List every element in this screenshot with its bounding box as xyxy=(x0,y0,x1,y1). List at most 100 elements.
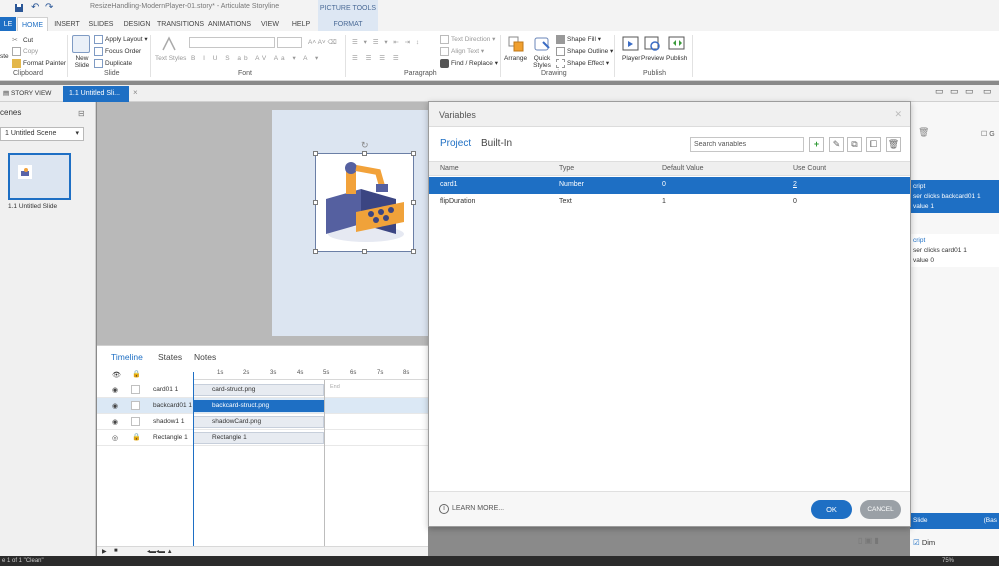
column-header-default-value[interactable]: Default Value xyxy=(662,165,704,172)
tab-format[interactable]: FORMAT xyxy=(318,17,378,32)
new-slide-icon[interactable] xyxy=(72,35,90,53)
minimize-icon[interactable]: ▭ xyxy=(935,86,944,97)
new-layer-icon[interactable]: ▯ ▣ ▮ xyxy=(858,536,879,545)
lock-icon[interactable]: 🔒 xyxy=(132,370,141,378)
eye-icon[interactable]: ◎ xyxy=(112,434,118,442)
new-slide-button[interactable]: New Slide xyxy=(72,55,92,69)
timeline-bar[interactable]: card-struct.png xyxy=(193,384,324,396)
tab-project[interactable]: Project xyxy=(440,138,471,149)
collapse-pane-icon[interactable]: ⊟ xyxy=(78,109,85,118)
tab-states[interactable]: States xyxy=(158,352,182,362)
add-variable-button[interactable]: + xyxy=(809,137,824,152)
arrange-icon[interactable] xyxy=(507,35,525,53)
resize-handle[interactable] xyxy=(362,151,367,156)
column-header-type[interactable]: Type xyxy=(559,165,574,172)
shape-effect-button[interactable]: Shape Effect ▾ xyxy=(556,59,609,68)
text-styles-button[interactable]: Text Styles xyxy=(155,55,186,62)
column-header-use-count[interactable]: Use Count xyxy=(793,165,826,172)
selected-image[interactable]: ↻ xyxy=(313,140,416,254)
edit-variable-button[interactable]: ✎ xyxy=(829,137,844,152)
font-size-controls-icon[interactable]: A˄ A˅ ⌫ xyxy=(308,38,337,46)
cancel-button[interactable]: CANCEL xyxy=(860,500,901,519)
paste-button[interactable]: ste xyxy=(0,53,9,60)
cut-button[interactable]: ✂ Cut xyxy=(12,36,33,45)
resize-handle[interactable] xyxy=(411,200,416,205)
slide-tab[interactable]: 1.1 Untitled Sli... xyxy=(63,86,129,102)
font-size-select[interactable] xyxy=(277,37,302,48)
timeline-end-marker[interactable] xyxy=(324,380,325,552)
restore-icon[interactable]: ▭ xyxy=(950,86,959,97)
story-view-tab[interactable]: ▤ STORY VIEW xyxy=(0,87,60,100)
eye-icon[interactable]: 👁 xyxy=(112,371,121,379)
timeline-ruler[interactable]: 1s 2s 3s 4s 5s 6s 7s 8s xyxy=(193,368,428,380)
slide-canvas[interactable]: ↻ xyxy=(272,110,432,336)
dim-checkbox[interactable]: ☑ Dim xyxy=(913,538,935,547)
tab-timeline[interactable]: Timeline xyxy=(111,352,143,362)
close-icon[interactable]: ✕ xyxy=(894,109,902,120)
lock-checkbox[interactable] xyxy=(131,385,140,394)
redo-icon[interactable]: ↷ xyxy=(45,3,55,13)
learn-more-link[interactable]: i LEARN MORE... xyxy=(439,504,504,514)
text-styles-icon[interactable] xyxy=(160,35,178,53)
tab-animations[interactable]: ANIMATIONS xyxy=(207,17,252,32)
copy-variable-button[interactable]: ⧉ xyxy=(847,137,862,152)
resize-handle[interactable] xyxy=(362,249,367,254)
scene-select[interactable]: 1 Untitled Scene ▾ xyxy=(0,127,84,141)
eye-icon[interactable]: ◉ xyxy=(112,418,118,426)
zoom-level[interactable]: 75% xyxy=(942,556,954,566)
arrange-button[interactable]: Arrange xyxy=(504,55,527,62)
list-buttons[interactable]: ☰ ▾ ☰ ▾ ⇤ ⇥ ↕ xyxy=(352,38,421,46)
slide-layer-item[interactable]: Slide (Bas xyxy=(910,513,999,529)
show-checkbox[interactable]: ☐ G xyxy=(981,130,995,138)
timeline-bar[interactable]: backcard-struct.png xyxy=(193,400,324,412)
lock-checkbox[interactable] xyxy=(131,417,140,426)
tab-insert[interactable]: INSERT xyxy=(52,17,82,32)
tab-transitions[interactable]: TRANSITIONS xyxy=(157,17,204,32)
tab-slides[interactable]: SLIDES xyxy=(86,17,116,32)
paste-variable-button[interactable]: ⧠ xyxy=(866,137,881,152)
player-button[interactable]: Player xyxy=(622,55,640,62)
variable-row[interactable]: card1 Number 0 2 xyxy=(429,177,910,194)
quick-styles-button[interactable]: Quick Styles xyxy=(531,55,553,69)
timeline-row[interactable]: ◉ card01 1 card-struct.png xyxy=(97,382,428,398)
tab-notes[interactable]: Notes xyxy=(194,352,216,362)
save-icon[interactable] xyxy=(14,3,24,13)
align-buttons[interactable]: ☰ ☰ ☰ ☰ xyxy=(352,54,402,62)
shape-fill-button[interactable]: Shape Fill ▾ xyxy=(556,35,601,44)
timeline-row[interactable]: ◉ shadow1 1 shadowCard.png xyxy=(97,414,428,430)
copy-button[interactable]: Copy xyxy=(12,47,38,56)
play-icon[interactable]: ▶ xyxy=(102,548,107,555)
lock-icon[interactable]: 🔒 xyxy=(132,433,141,441)
timeline-row[interactable]: ◉ backcard01 1 backcard-struct.png xyxy=(97,398,428,414)
tab-file[interactable]: LE xyxy=(0,17,16,32)
apply-layout-button[interactable]: Apply Layout ▾ xyxy=(94,35,148,44)
resize-handle[interactable] xyxy=(313,200,318,205)
trigger-item[interactable]: cript ser clicks card01 1 value 0 xyxy=(910,234,999,267)
resize-handle[interactable] xyxy=(411,151,416,156)
resize-handle[interactable] xyxy=(411,249,416,254)
delete-trigger-icon[interactable]: 🗑 xyxy=(918,127,929,138)
tab-help[interactable]: HELP xyxy=(287,17,315,32)
tab-view[interactable]: VIEW xyxy=(257,17,283,32)
zoom-slider-icon[interactable]: ◂▬◂▬ ▲ xyxy=(147,548,173,555)
shape-outline-button[interactable]: Shape Outline ▾ xyxy=(556,47,613,56)
variable-use-count-link[interactable]: 2 xyxy=(793,181,797,188)
playhead[interactable] xyxy=(193,372,194,550)
undo-icon[interactable]: ↶ xyxy=(31,3,41,13)
tab-built-in[interactable]: Built-In xyxy=(481,138,512,149)
timeline-bar[interactable]: shadowCard.png xyxy=(193,416,324,428)
font-format-buttons[interactable]: B I U S ab AV Aa ▾ A ▾ xyxy=(191,54,321,62)
tab-home[interactable]: HOME xyxy=(17,17,48,32)
timeline-row[interactable]: ◎ 🔒 Rectangle 1 Rectangle 1 xyxy=(97,430,428,446)
timeline-bar[interactable]: Rectangle 1 xyxy=(193,432,324,444)
quick-styles-icon[interactable] xyxy=(533,35,551,53)
resize-handle[interactable] xyxy=(313,249,318,254)
focus-order-button[interactable]: Focus Order xyxy=(94,47,141,56)
rotate-handle-icon[interactable]: ↻ xyxy=(361,140,369,151)
resize-handle[interactable] xyxy=(313,151,318,156)
text-direction-button[interactable]: Text Direction ▾ xyxy=(440,35,495,44)
tab-design[interactable]: DESIGN xyxy=(121,17,153,32)
lock-checkbox[interactable] xyxy=(131,401,140,410)
close-tab-icon[interactable]: × xyxy=(133,88,138,97)
variable-row[interactable]: flipDuration Text 1 0 xyxy=(429,194,910,211)
